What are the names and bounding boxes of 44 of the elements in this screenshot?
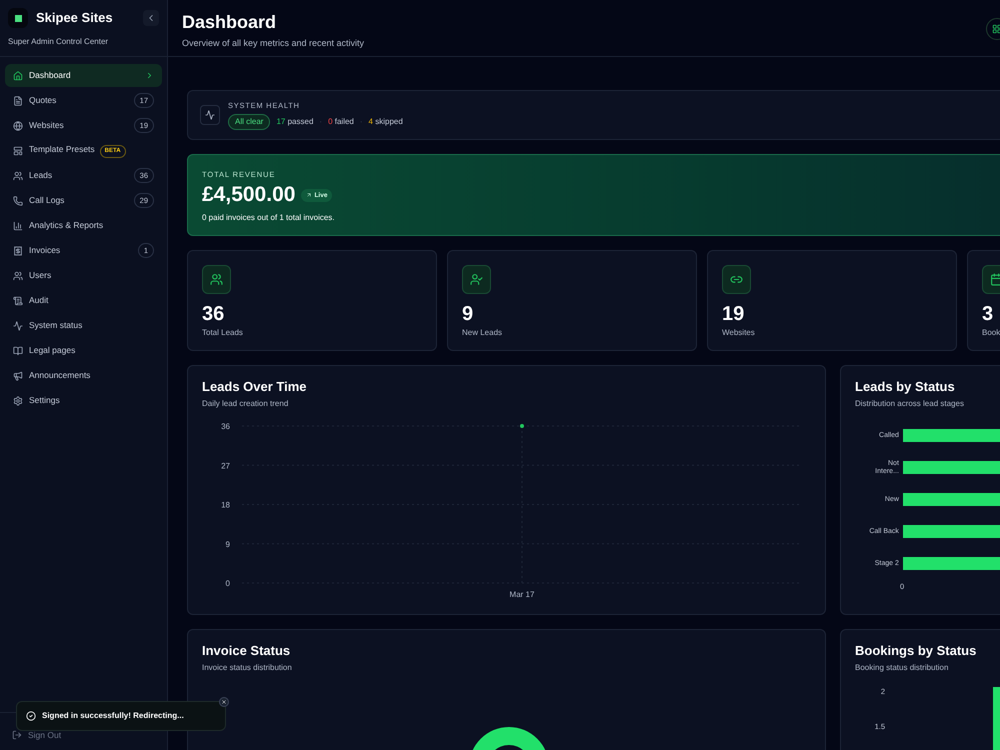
nav-item[interactable]: Legal pages [5, 339, 162, 362]
chart-subtitle: Distribution across lead stages [855, 398, 965, 410]
failed-count: 0 failed [328, 116, 354, 128]
nav-item[interactable]: Dashboard [5, 64, 162, 87]
chart-subtitle: Daily lead creation trend [202, 398, 290, 410]
nav-item[interactable]: Analytics & Reports [5, 214, 162, 237]
stat-value: 36 [202, 304, 226, 324]
y-tick-label: 9 [226, 540, 230, 549]
nav-item[interactable]: System status [5, 314, 162, 337]
nav-item[interactable]: Settings [5, 389, 162, 412]
page-title: Dashboard [182, 13, 278, 31]
y-tick-label: 36 [221, 422, 230, 431]
sign-out-link[interactable]: Sign Out [12, 730, 62, 740]
revenue-amount: £4,500.00 [202, 182, 296, 208]
y-tick-label: 27 [221, 461, 230, 470]
y-tick-label: 18 [221, 500, 230, 510]
revenue-note: 0 paid invoices out of 1 total invoices. [202, 212, 336, 224]
passed-count: 17 passed [276, 116, 314, 128]
nav-item[interactable]: Announcements [5, 364, 162, 387]
status-badge: All clear [228, 114, 270, 130]
stat-label: Book [982, 327, 1000, 339]
chart-title: Invoice Status [202, 644, 292, 657]
nav-item[interactable]: Users [5, 264, 162, 287]
chart-title: Leads Over Time [202, 380, 308, 393]
stat-label: New Leads [462, 327, 504, 339]
stat-label: Total Leads [202, 327, 244, 339]
skipped-count: 4 skipped [368, 116, 403, 128]
toast-message: Signed in successfully! Redirecting... [42, 710, 184, 722]
stat-value: 9 [462, 304, 474, 324]
page-subtitle: Overview of all key metrics and recent activity [182, 37, 364, 50]
y-tick-label: 0 [226, 579, 230, 588]
brand-subtitle: Super Admin Control Center [8, 36, 110, 48]
nav-item[interactable]: Audit [5, 289, 162, 312]
chart-subtitle: Invoice status distribution [202, 662, 293, 674]
stat-value: 3 [982, 304, 994, 324]
separator: · [360, 116, 363, 128]
brand-name: Skipee Sites [36, 9, 113, 28]
stat-label: Websites [722, 327, 756, 339]
stat-value: 19 [722, 304, 746, 324]
chart-title: Leads by Status [855, 380, 956, 393]
x-tick-label: Mar 17 [510, 590, 534, 598]
separator: · [319, 116, 322, 128]
chart-title: Bookings by Status [855, 644, 978, 657]
chart-subtitle: Booking status distribution [855, 662, 950, 674]
